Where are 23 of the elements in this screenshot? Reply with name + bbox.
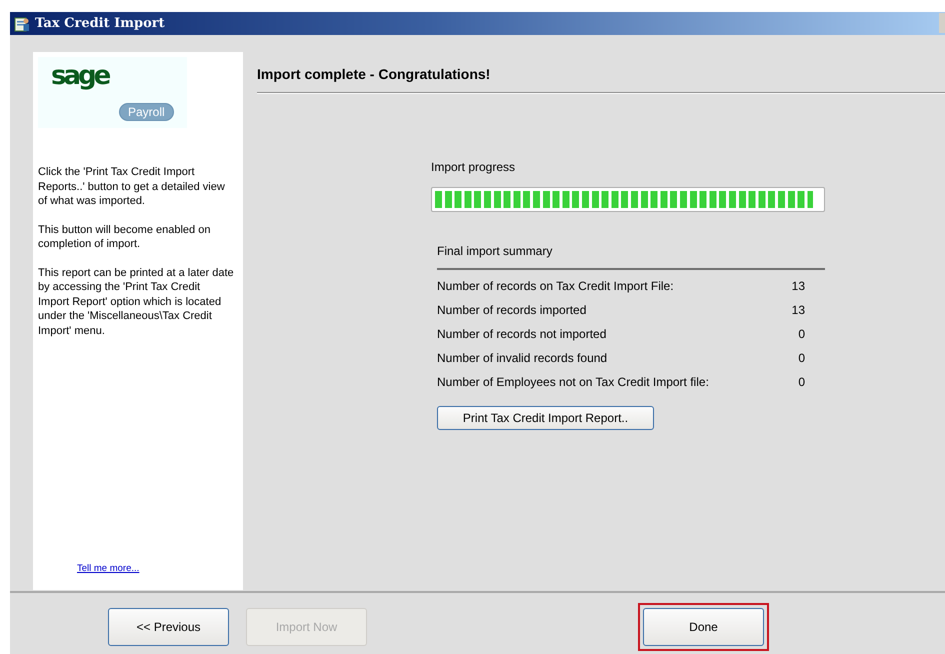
summary-value: 0: [798, 351, 806, 366]
help-text: This report can be printed at a later date by accessing the 'Print Tax Credit Import Report' option which is located under the 'Miscellaneous\Tax Credit Import' menu.: [38, 266, 235, 338]
summary-label: Number of Employees not on Tax Credit Import file:: [437, 375, 709, 390]
summary-label: Number of records not imported: [437, 327, 606, 342]
window-title: Tax Credit Import: [35, 16, 165, 31]
wizard-button[interactable]: << Previous: [108, 608, 229, 646]
summary-label: Number of records imported: [437, 303, 586, 318]
wizard-button[interactable]: Done: [643, 608, 764, 646]
page-heading: Import complete - Congratulations!: [257, 66, 492, 84]
summary-title: Final import summary: [437, 244, 825, 270]
summary-value: 0: [798, 327, 806, 342]
summary-value: 13: [792, 279, 806, 294]
progress-label: Import progress: [431, 160, 516, 174]
tell-me-more-link[interactable]: Tell me more...: [77, 563, 140, 574]
print-report-button[interactable]: Print Tax Credit Import Report..: [437, 406, 654, 430]
product-badge: Payroll: [119, 103, 174, 121]
summary-label: Number of invalid records found: [437, 351, 608, 366]
help-text: This button will become enabled on completion of import.: [38, 222, 212, 252]
summary-label: Number of records on Tax Credit Import File:: [437, 279, 674, 294]
summary-value: 13: [792, 303, 806, 318]
brand-logo: sage: [51, 61, 108, 91]
help-text: Click the 'Print Tax Credit Import Reports..' button to get a detailed view of what was imported.: [38, 165, 226, 208]
summary-value: 0: [798, 375, 806, 390]
